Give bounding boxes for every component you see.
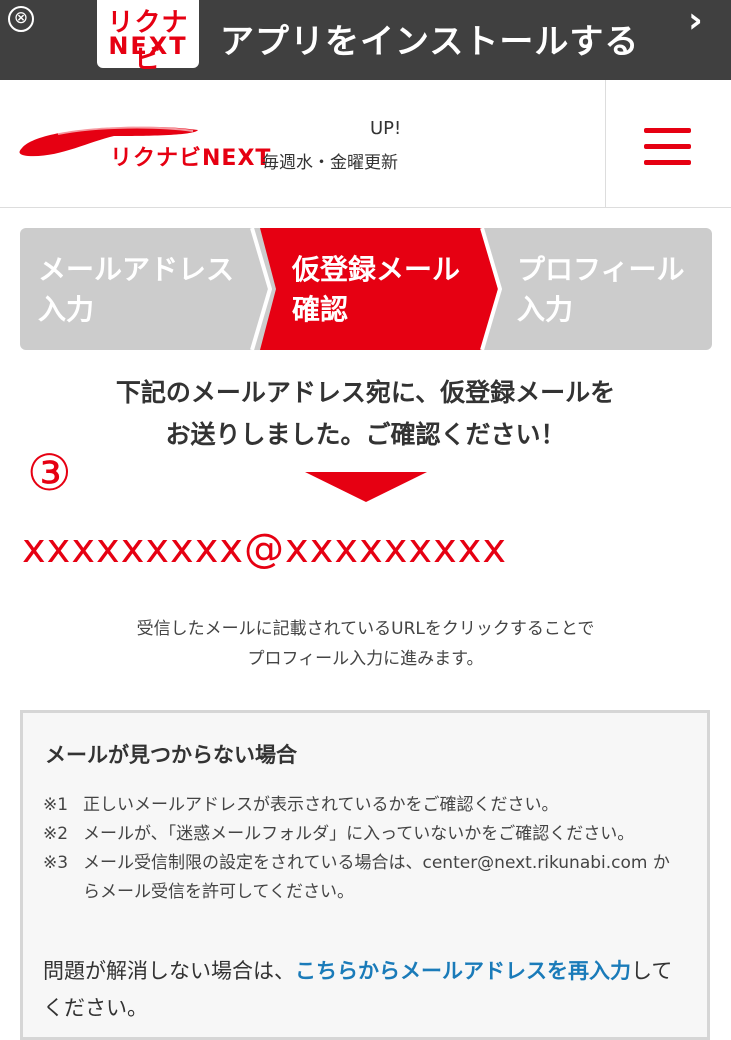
registration-steps: メールアドレス 入力 仮登録メール 確認 プロフィール 入力 bbox=[20, 228, 712, 350]
chevron-right-icon[interactable]: › bbox=[688, 0, 703, 41]
app-logo: リクナビ NEXT bbox=[97, 0, 199, 75]
help-item-mark: ※1 bbox=[43, 795, 69, 815]
app-logo-line2: NEXT bbox=[108, 32, 188, 60]
help-item: ※2 メールが、「迷惑メールフォルダ」に入っていないかをご確認ください。 bbox=[43, 820, 683, 849]
site-header: リクナビNEXT UP! 毎週水・金曜更新 bbox=[0, 80, 731, 208]
step-email-input: メールアドレス 入力 bbox=[38, 253, 235, 326]
sent-message-line2: お送りしました。ご確認ください！ bbox=[165, 420, 566, 449]
help-item-mark: ※2 bbox=[43, 824, 69, 844]
header-divider bbox=[605, 80, 606, 207]
mail-not-found-box: メールが見つからない場合 ※1 正しいメールアドレスが表示されているかをご確認く… bbox=[20, 710, 710, 1040]
sent-message-line1: 下記のメールアドレス宛に、仮登録メールを bbox=[115, 378, 616, 407]
help-item-text: メール受信制限の設定をされている場合は、center@next.rikunabi… bbox=[83, 853, 670, 902]
instructions-line2: プロフィール入力に進みます。 bbox=[247, 649, 484, 669]
help-item-mark: ※3 bbox=[43, 853, 69, 873]
help-title: メールが見つからない場合 bbox=[45, 743, 297, 767]
instructions-line1: 受信したメールに記載されているURLをクリックすることで bbox=[136, 619, 595, 639]
instructions-text: 受信したメールに記載されているURLをクリックすることで プロフィール入力に進み… bbox=[0, 614, 731, 674]
reenter-email-link[interactable]: こちらからメールアドレスを再入力 bbox=[295, 959, 631, 983]
help-item: ※3 メール受信制限の設定をされている場合は、center@next.rikun… bbox=[43, 849, 683, 907]
help-item-text: メールが、「迷惑メールフォルダ」に入っていないかをご確認ください。 bbox=[83, 824, 635, 844]
site-logo-text[interactable]: リクナビNEXT bbox=[110, 140, 271, 172]
help-item: ※1 正しいメールアドレスが表示されているかをご確認ください。 bbox=[43, 791, 683, 820]
help-footer-prefix: 問題が解消しない場合は、 bbox=[43, 959, 295, 983]
help-list: ※1 正しいメールアドレスが表示されているかをご確認ください。 ※2 メールが、… bbox=[43, 791, 683, 907]
help-item-text: 正しいメールアドレスが表示されているかをご確認ください。 bbox=[83, 795, 559, 815]
step-temp-mail-confirm: 仮登録メール 確認 bbox=[292, 253, 461, 326]
close-icon[interactable]: ⊗ bbox=[8, 6, 34, 32]
email-address-display: xxxxxxxxx@xxxxxxxxx bbox=[22, 526, 508, 572]
annotation-number: ③ bbox=[27, 444, 72, 502]
header-update-text: 毎週水・金曜更新 bbox=[262, 153, 398, 173]
down-arrow-icon bbox=[305, 472, 427, 502]
step-profile-input: プロフィール 入力 bbox=[517, 253, 685, 326]
app-install-banner[interactable]: ⊗ リクナビ NEXT アプリをインストールする › bbox=[0, 0, 731, 80]
sent-message: 下記のメールアドレス宛に、仮登録メールを お送りしました。ご確認ください！ bbox=[0, 372, 731, 456]
help-footer: 問題が解消しない場合は、こちらからメールアドレスを再入力してください。 bbox=[43, 953, 683, 1027]
install-app-text[interactable]: アプリをインストールする bbox=[220, 14, 639, 63]
header-up-text: UP! bbox=[370, 118, 402, 139]
hamburger-icon[interactable] bbox=[644, 128, 691, 166]
